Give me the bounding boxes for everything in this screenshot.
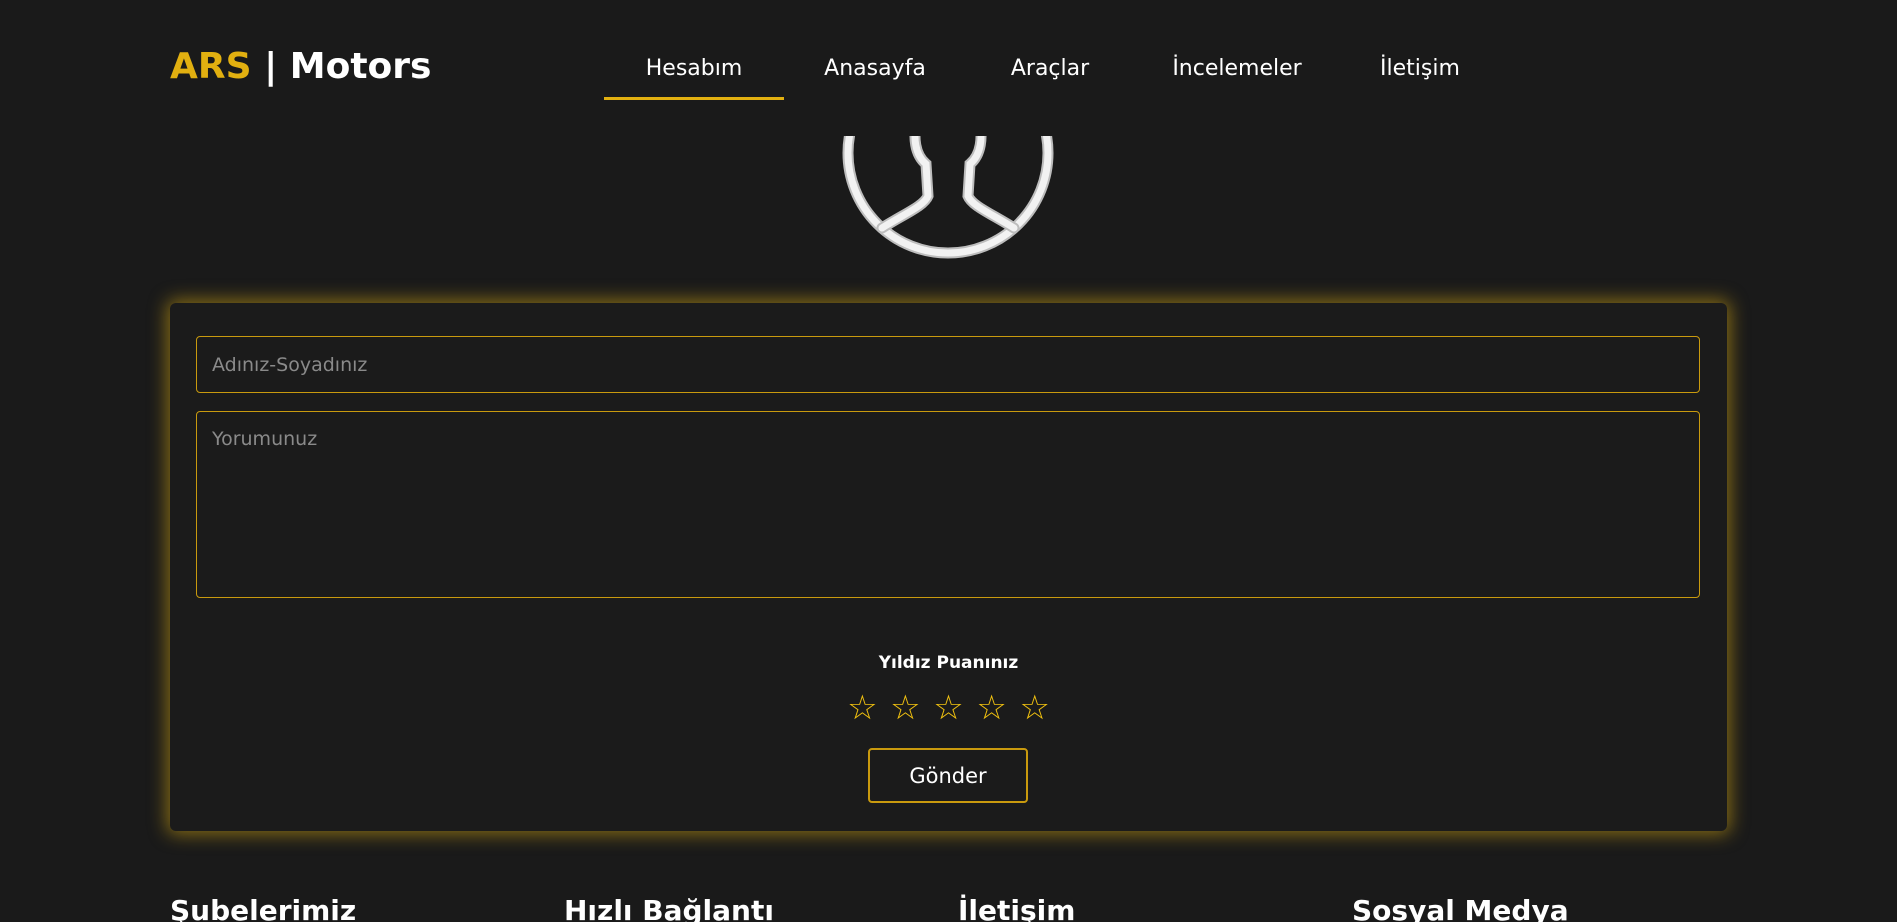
star-3-icon[interactable]: ☆	[930, 688, 968, 728]
logo[interactable]: ARS | Motors	[170, 46, 431, 87]
star-1-icon[interactable]: ☆	[843, 688, 881, 728]
rating-label: Yıldız Puanınız	[878, 653, 1019, 673]
comment-textarea[interactable]	[196, 411, 1700, 598]
logo-brand: ARS	[170, 46, 252, 87]
logo-separator: |	[264, 46, 278, 87]
star-4-icon[interactable]: ☆	[973, 688, 1011, 728]
nav-item-iletisim[interactable]: İletişim	[1340, 36, 1500, 100]
submit-button[interactable]: Gönder	[868, 748, 1028, 803]
nav-item-araclar[interactable]: Araçlar	[966, 36, 1134, 100]
nav-item-incelemeler[interactable]: İncelemeler	[1134, 36, 1340, 100]
main-nav: Hesabım Anasayfa Araçlar İncelemeler İle…	[604, 36, 1500, 100]
user-avatar-icon	[842, 136, 1054, 260]
star-2-icon[interactable]: ☆	[886, 688, 924, 728]
star-5-icon[interactable]: ☆	[1016, 688, 1054, 728]
review-form-card: Yıldız Puanınız ☆ ☆ ☆ ☆ ☆ Gönder	[170, 303, 1727, 831]
footer-heading-contact: İletişim	[958, 894, 1076, 922]
footer-heading-social: Sosyal Medya	[1352, 894, 1569, 922]
page: ARS | Motors Hesabım Anasayfa Araçlar İn…	[0, 0, 1897, 922]
star-rating: ☆ ☆ ☆ ☆ ☆	[170, 688, 1727, 728]
nav-item-anasayfa[interactable]: Anasayfa	[784, 36, 966, 100]
name-input[interactable]	[196, 336, 1700, 393]
logo-name: Motors	[289, 46, 432, 87]
nav-item-hesabim[interactable]: Hesabım	[604, 36, 784, 100]
footer-heading-branches: Şubelerimiz	[170, 894, 357, 922]
footer-heading-quick-links: Hızlı Bağlantı	[564, 894, 774, 922]
